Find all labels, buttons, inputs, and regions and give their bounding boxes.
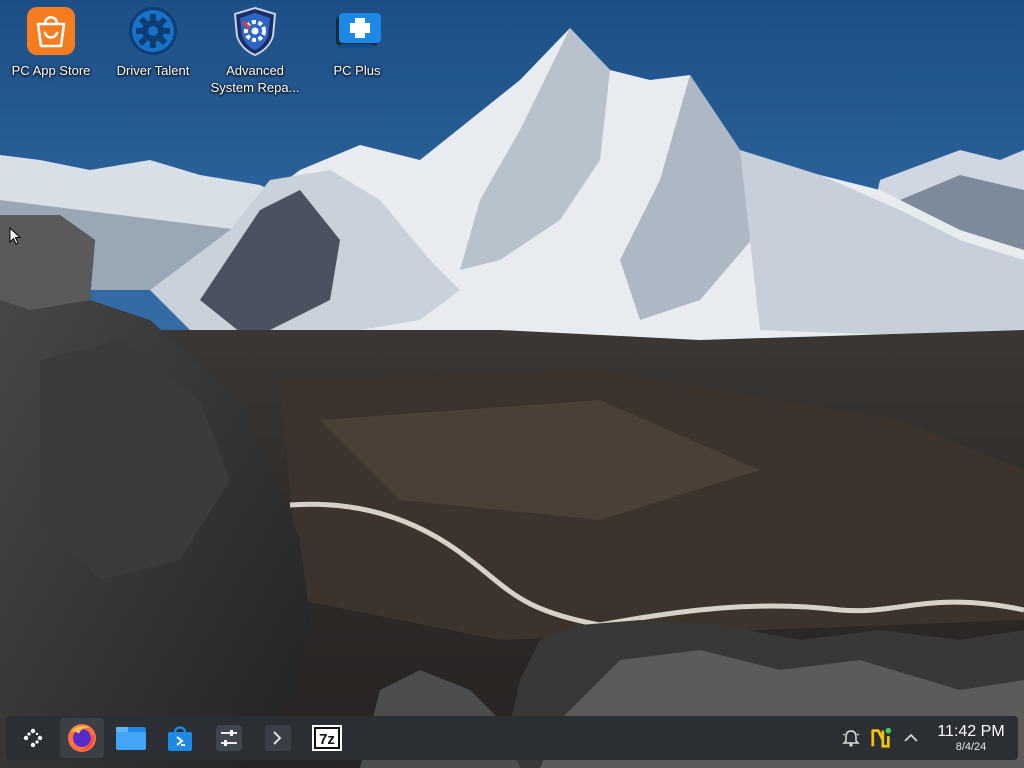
7zip-button[interactable]: 7z bbox=[305, 718, 349, 758]
notifications-button[interactable] bbox=[840, 727, 862, 749]
expand-tray-chevron-icon bbox=[904, 733, 918, 742]
store-bag-icon bbox=[168, 726, 192, 751]
terminal-icon bbox=[265, 725, 291, 751]
medical-kit-icon bbox=[336, 13, 381, 48]
desktop-icon-pc-plus[interactable]: PC Plus bbox=[309, 6, 405, 79]
7z-icon-label: 7z bbox=[319, 731, 335, 748]
discover-store-button[interactable] bbox=[158, 718, 202, 758]
digital-clock[interactable]: 11:42 PM 8/4/24 bbox=[936, 723, 1006, 754]
desktop-icon-pc-app-store[interactable]: PC App Store bbox=[3, 6, 99, 79]
clock-date: 8/4/24 bbox=[955, 740, 987, 753]
firefox-icon bbox=[68, 724, 96, 752]
desktop-icon-driver-talent[interactable]: Driver Talent bbox=[105, 6, 201, 79]
desktop-icon-label: PC Plus bbox=[333, 63, 381, 78]
app-update-button[interactable] bbox=[870, 727, 892, 749]
clock-time: 11:42 PM bbox=[937, 722, 1005, 740]
folder-icon bbox=[116, 727, 146, 750]
system-tray: 11:42 PM 8/4/24 bbox=[832, 716, 1006, 760]
desktop-icon-label: PC App Store bbox=[11, 63, 91, 78]
desktop-icon-label: Advanced System Repa... bbox=[210, 63, 300, 95]
mouse-cursor-icon bbox=[9, 227, 22, 245]
7z-icon: 7z bbox=[312, 725, 342, 751]
gear-icon bbox=[129, 7, 177, 55]
terminal-button[interactable] bbox=[256, 718, 300, 758]
desktop-icon-advanced-system-repair[interactable]: Advanced System Repa... bbox=[207, 6, 303, 96]
application-launcher-button[interactable] bbox=[11, 718, 55, 758]
system-settings-button[interactable] bbox=[207, 718, 251, 758]
firefox-taskbar-button[interactable] bbox=[60, 718, 104, 758]
launcher-icon bbox=[23, 728, 43, 748]
desktop-wallpaper bbox=[0, 0, 1024, 768]
show-hidden-icons-button[interactable] bbox=[900, 727, 922, 749]
shopping-bag-icon bbox=[27, 7, 75, 55]
file-manager-button[interactable] bbox=[109, 718, 153, 758]
notifications-bell-icon bbox=[842, 730, 860, 747]
app-update-icon bbox=[871, 727, 892, 748]
sliders-icon bbox=[216, 725, 242, 751]
desktop-icon-label: Driver Talent bbox=[116, 63, 190, 78]
shield-gear-icon bbox=[233, 6, 277, 56]
taskbar: 7z 11:42 PM 8/4/24 bbox=[6, 716, 1018, 760]
